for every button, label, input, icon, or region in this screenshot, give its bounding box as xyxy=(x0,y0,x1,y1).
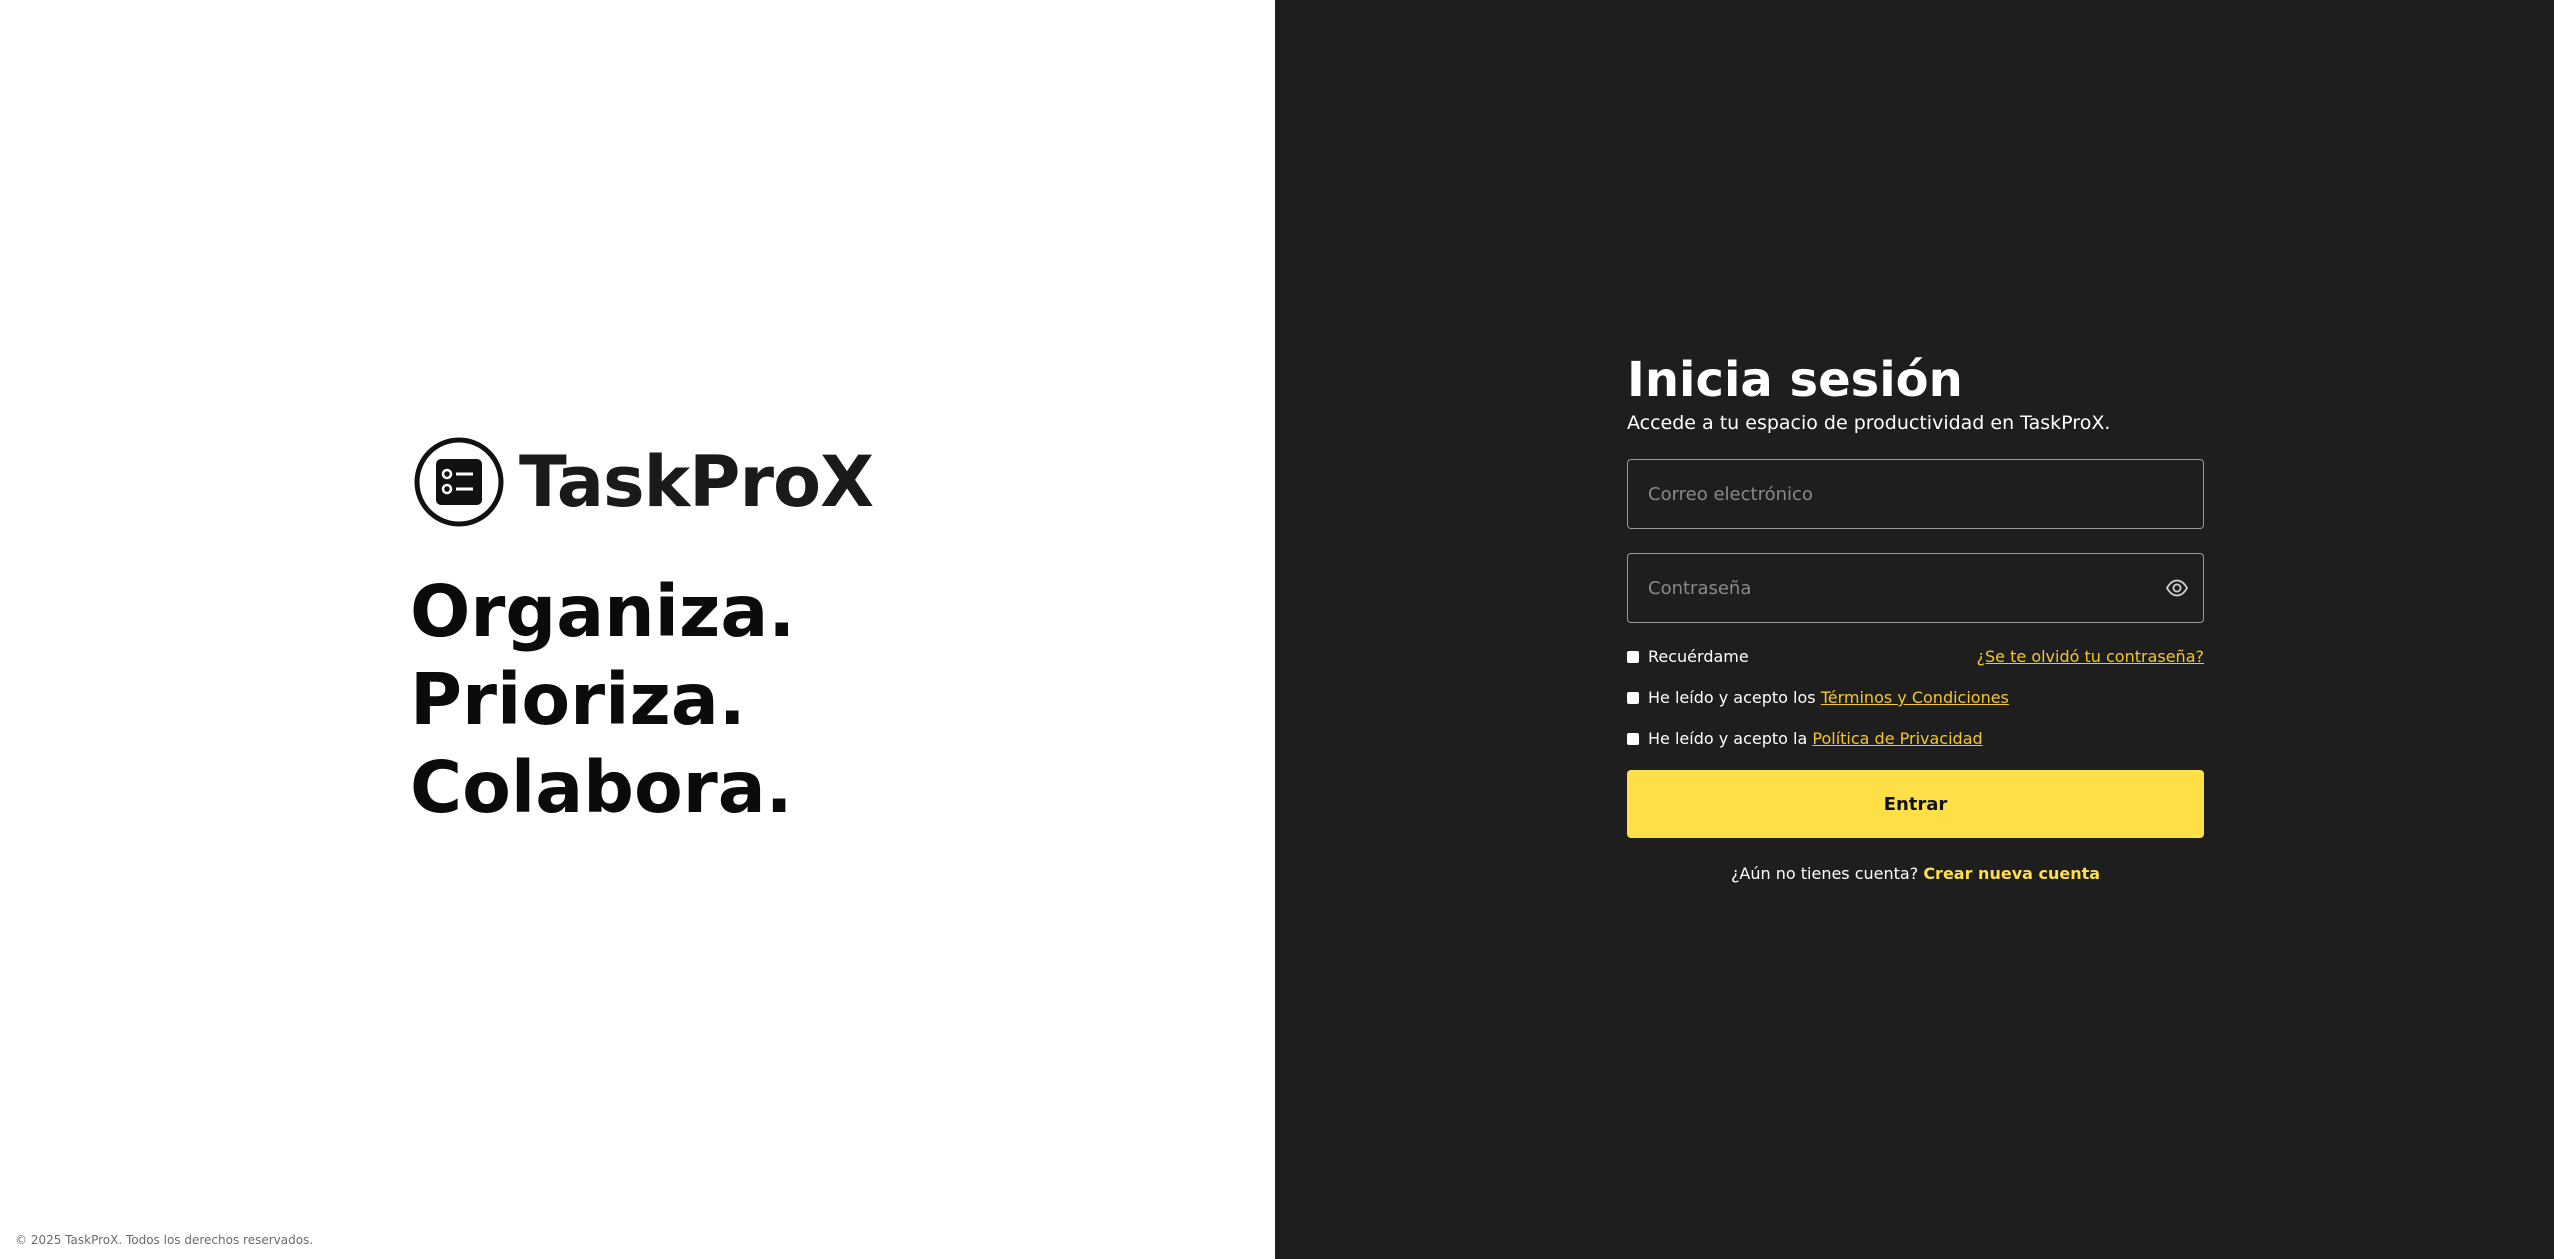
login-panel: Inicia sesión Accede a tu espacio de pro… xyxy=(1275,0,2554,1259)
login-form: Inicia sesión Accede a tu espacio de pro… xyxy=(1627,350,2204,883)
signup-row: ¿Aún no tienes cuenta? Crear nueva cuent… xyxy=(1627,864,2204,883)
privacy-prefix: He leído y acepto la xyxy=(1648,729,1808,748)
create-account-link[interactable]: Crear nueva cuenta xyxy=(1923,864,2100,883)
copyright-text: © 2025 TaskProX. Todos los derechos rese… xyxy=(15,1233,314,1247)
email-input[interactable] xyxy=(1628,460,2203,528)
slogan-line: Colabora. xyxy=(410,746,793,829)
slogan-list: Organiza. Prioriza. Colabora. xyxy=(410,568,795,832)
password-input[interactable] xyxy=(1628,554,2203,622)
slogan-line: Prioriza. xyxy=(410,658,746,741)
signup-prompt: ¿Aún no tienes cuenta? xyxy=(1730,864,1919,883)
privacy-label[interactable]: He leído y acepto la Política de Privaci… xyxy=(1627,729,1983,748)
terms-checkbox[interactable] xyxy=(1627,691,1639,704)
page-title: Inicia sesión xyxy=(1627,352,1963,408)
eye-icon[interactable] xyxy=(2165,576,2189,600)
terms-row: He leído y acepto los Términos y Condici… xyxy=(1627,688,2204,707)
forgot-password-link[interactable]: ¿Se te olvidó tu contraseña? xyxy=(1977,647,2204,666)
brand-panel: TaskProX Organiza. Prioriza. Colabora. ©… xyxy=(0,0,1275,1259)
page-subtitle: Accede a tu espacio de productividad en … xyxy=(1627,412,2111,434)
remember-row: Recuérdame ¿Se te olvidó tu contraseña? xyxy=(1627,647,2204,666)
password-field-wrapper xyxy=(1627,553,2204,623)
privacy-checkbox[interactable] xyxy=(1627,732,1639,745)
brand-header: TaskProX xyxy=(413,436,874,528)
login-page: TaskProX Organiza. Prioriza. Colabora. ©… xyxy=(0,0,2554,1259)
slogan-line: Organiza. xyxy=(410,570,796,653)
checklist-circle-icon xyxy=(414,437,504,527)
terms-label[interactable]: He leído y acepto los Términos y Condici… xyxy=(1627,688,2009,707)
remember-text: Recuérdame xyxy=(1648,647,1749,666)
privacy-link[interactable]: Política de Privacidad xyxy=(1812,729,1982,748)
terms-link[interactable]: Términos y Condiciones xyxy=(1821,688,2009,707)
terms-prefix: He leído y acepto los xyxy=(1648,688,1816,707)
submit-button[interactable]: Entrar xyxy=(1627,770,2204,838)
remember-checkbox[interactable] xyxy=(1627,650,1639,663)
privacy-row: He leído y acepto la Política de Privaci… xyxy=(1627,729,2204,748)
email-field-wrapper xyxy=(1627,459,2204,529)
remember-label[interactable]: Recuérdame xyxy=(1627,647,1749,666)
brand-name: TaskProX xyxy=(519,441,874,523)
